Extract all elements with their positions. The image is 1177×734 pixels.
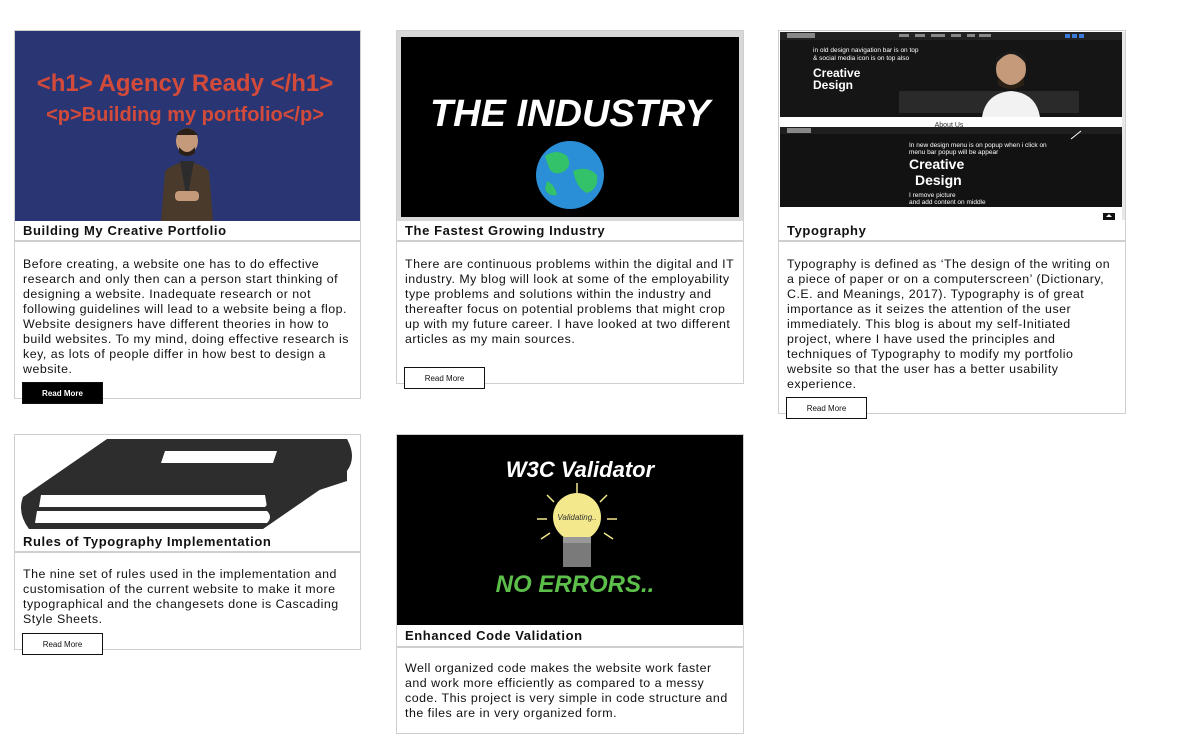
read-more-button[interactable]: Read More — [22, 382, 103, 404]
image-status: NO ERRORS.. — [496, 571, 655, 598]
book-icon — [15, 435, 360, 535]
post-title[interactable]: Typography — [787, 223, 866, 238]
image-line-2: <p>Building my portfolio</p> — [46, 104, 324, 126]
read-more-button[interactable]: Read More — [404, 367, 485, 389]
post-title[interactable]: Building My Creative Portfolio — [23, 223, 227, 238]
post-card: Rules of Typography Implementation The n… — [14, 434, 361, 655]
annotation-line: and add content on middle — [909, 199, 986, 206]
title-divider — [779, 240, 1125, 242]
title-divider — [15, 240, 360, 242]
post-card: W3C Validator Validating.. NO ERRORS.. E… — [396, 434, 744, 734]
image-headline: THE INDUSTRY — [430, 93, 714, 135]
post-thumbnail[interactable] — [15, 435, 360, 535]
post-thumbnail[interactable]: in old design navigation bar is on top &… — [779, 31, 1125, 221]
post-thumbnail[interactable]: <h1> Agency Ready </h1> <p>Building my p… — [15, 31, 360, 221]
typography-screenshot-image: in old design navigation bar is on top &… — [779, 31, 1125, 221]
post-excerpt: There are continuous problems within the… — [405, 257, 734, 346]
image-line-1: <h1> Agency Ready </h1> — [37, 70, 334, 97]
title-divider — [397, 646, 743, 648]
post-card: in old design navigation bar is on top &… — [778, 30, 1126, 419]
title-divider — [15, 551, 360, 553]
annotation-line: & social media icon is on top also — [813, 55, 909, 62]
post-excerpt: Well organized code makes the website wo… — [405, 661, 728, 720]
annotation-line: in old design navigation bar is on top — [813, 47, 919, 54]
post-title[interactable]: Rules of Typography Implementation — [23, 534, 271, 549]
image-headline: W3C Validator — [506, 457, 656, 482]
image-word: Design — [915, 172, 962, 188]
title-divider — [397, 240, 743, 242]
post-excerpt: Before creating, a website one has to do… — [23, 257, 349, 376]
w3c-validator-image: W3C Validator Validating.. NO ERRORS.. — [397, 435, 743, 625]
image-word: Design — [813, 78, 853, 92]
post-excerpt: Typography is defined as ‘The design of … — [787, 257, 1111, 391]
post-title[interactable]: The Fastest Growing Industry — [405, 223, 605, 238]
image-label: Validating.. — [557, 513, 596, 522]
post-thumbnail[interactable]: THE INDUSTRY — [397, 31, 743, 221]
post-excerpt: The nine set of rules used in the implem… — [23, 567, 339, 626]
annotation-line: menu bar popup will be appear — [909, 149, 999, 156]
industry-image: THE INDUSTRY — [401, 37, 739, 217]
annotation-line: I remove picture — [909, 192, 956, 199]
annotation-line: In new design menu is on popup when i cl… — [909, 142, 1047, 149]
post-card: THE INDUSTRY The Fastest Growing Industr… — [396, 30, 744, 389]
agency-ready-image: <h1> Agency Ready </h1> <p>Building my p… — [15, 31, 360, 221]
image-word: Creative — [909, 156, 964, 172]
read-more-button[interactable]: Read More — [786, 397, 867, 419]
post-card: <h1> Agency Ready </h1> <p>Building my p… — [14, 30, 361, 404]
post-title[interactable]: Enhanced Code Validation — [405, 628, 583, 643]
post-thumbnail[interactable]: W3C Validator Validating.. NO ERRORS.. — [397, 435, 743, 625]
read-more-button[interactable]: Read More — [22, 633, 103, 655]
